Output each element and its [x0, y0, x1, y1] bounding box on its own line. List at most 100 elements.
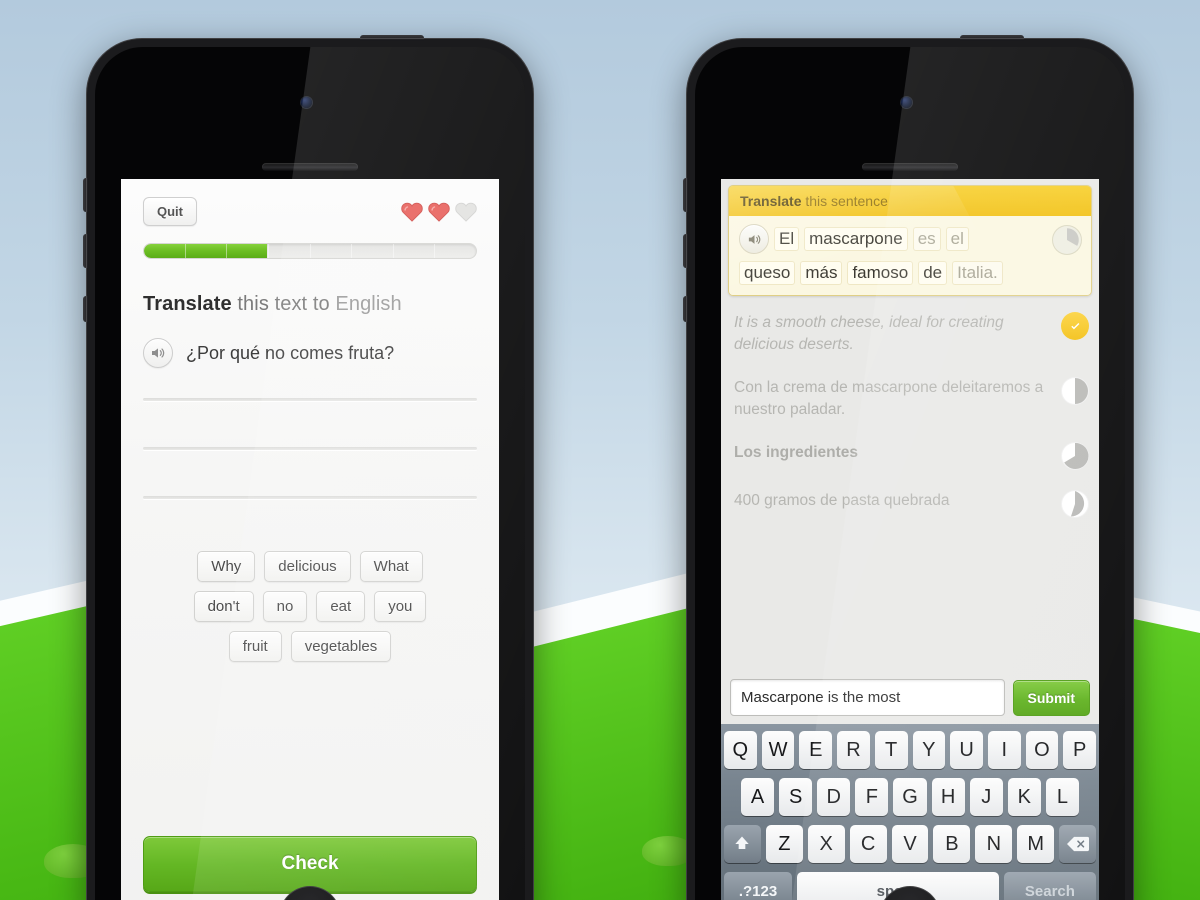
submit-button[interactable]: Submit: [1012, 679, 1090, 716]
sentence-token[interactable]: queso: [739, 261, 796, 285]
key-n[interactable]: N: [975, 825, 1013, 863]
list-item-text: It is a smooth cheese, ideal for creatin…: [734, 314, 1004, 354]
instruction-bold-word: Translate: [143, 293, 232, 315]
word-chip[interactable]: you: [374, 591, 427, 622]
list-item[interactable]: Los ingredientes: [721, 432, 1099, 480]
volume-down-button[interactable]: [83, 234, 89, 268]
answer-line[interactable]: [143, 496, 477, 499]
shift-up-arrow-icon[interactable]: [724, 825, 761, 863]
word-bank: Why delicious What don't no eat you frui…: [143, 551, 477, 662]
keyboard-row-3: Z X C V B N M: [724, 825, 1097, 863]
left-phone-screen: Quit Translate this text to English ¿Por…: [121, 179, 499, 900]
earpiece-speaker: [862, 163, 958, 171]
answer-line[interactable]: [143, 398, 477, 401]
key-r[interactable]: R: [837, 731, 870, 769]
sentence-line-1: El mascarpone es el: [739, 224, 1081, 254]
exercise-top-bar: Quit: [143, 197, 477, 226]
numeric-switch-key[interactable]: .?123: [724, 872, 793, 900]
key-m[interactable]: M: [1017, 825, 1055, 863]
sentence-token[interactable]: el: [945, 227, 969, 251]
sentence-token[interactable]: más: [800, 261, 843, 285]
front-camera-icon: [901, 97, 912, 108]
key-z[interactable]: Z: [765, 825, 803, 863]
speaker-icon[interactable]: [143, 338, 173, 368]
pie-progress-icon: [1052, 225, 1082, 255]
key-f[interactable]: F: [855, 778, 889, 816]
mute-switch[interactable]: [683, 296, 689, 322]
volume-up-button[interactable]: [683, 178, 689, 212]
sentence-token[interactable]: Italia.: [952, 261, 1003, 285]
sentence-token[interactable]: mascarpone: [804, 227, 908, 251]
key-h[interactable]: H: [931, 778, 965, 816]
right-phone-device: Translate this sentence El mascarpone es…: [683, 35, 1134, 900]
word-chip[interactable]: fruit: [228, 631, 282, 662]
lesson-progress-bar: [143, 243, 477, 259]
key-d[interactable]: D: [817, 778, 851, 816]
sentence-token[interactable]: El: [774, 227, 800, 251]
front-camera-icon: [301, 97, 312, 108]
key-b[interactable]: B: [933, 825, 971, 863]
word-chip[interactable]: What: [359, 551, 423, 582]
word-chip[interactable]: Why: [197, 551, 256, 582]
key-u[interactable]: U: [950, 731, 983, 769]
key-g[interactable]: G: [893, 778, 927, 816]
key-x[interactable]: X: [807, 825, 845, 863]
key-i[interactable]: I: [987, 731, 1021, 769]
keyboard-row-2: A S D F G H J K L: [724, 778, 1096, 816]
word-chip[interactable]: no: [262, 591, 308, 622]
key-p[interactable]: P: [1063, 731, 1097, 769]
key-t[interactable]: T: [874, 731, 908, 769]
answer-line[interactable]: [143, 447, 477, 450]
sentence-token[interactable]: es: [912, 227, 941, 251]
translation-input[interactable]: [730, 679, 1005, 716]
backspace-delete-icon[interactable]: [1059, 825, 1097, 863]
power-button[interactable]: [360, 35, 424, 41]
duolingo-translate-exercise-screen: Quit Translate this text to English ¿Por…: [121, 179, 499, 900]
key-s[interactable]: S: [779, 778, 813, 816]
progress-bar-segments: [144, 244, 476, 258]
key-k[interactable]: K: [1007, 778, 1041, 816]
word-bank-row: Why delicious What: [197, 551, 423, 582]
power-button[interactable]: [960, 35, 1024, 41]
pie-progress-icon: [1061, 489, 1089, 518]
key-w[interactable]: W: [761, 731, 795, 769]
sentence-token[interactable]: famoso: [847, 261, 914, 285]
word-chip[interactable]: eat: [316, 591, 366, 622]
list-item-text: 400 gramos de pasta quebrada: [734, 491, 950, 509]
header-bold-word: Translate: [740, 193, 802, 209]
word-chip[interactable]: delicious: [264, 551, 351, 582]
pie-progress-icon: [1061, 376, 1089, 405]
key-o[interactable]: O: [1025, 731, 1059, 769]
list-item[interactable]: 400 gramos de pasta quebrada: [721, 480, 1099, 528]
speaker-icon[interactable]: [739, 224, 769, 254]
answer-input-lines[interactable]: [143, 398, 477, 545]
completed-check-icon: [1061, 312, 1089, 340]
sentence-token[interactable]: de: [918, 261, 948, 285]
translation-list[interactable]: It is a smooth cheese, ideal for creatin…: [721, 296, 1099, 671]
ios-keyboard: Q W E R T Y U I O P A S D F G H J K L Z …: [721, 724, 1099, 900]
check-button[interactable]: Check: [143, 836, 477, 892]
mute-switch[interactable]: [83, 296, 89, 322]
key-j[interactable]: J: [969, 778, 1003, 816]
key-q[interactable]: Q: [723, 731, 757, 769]
key-e[interactable]: E: [799, 731, 833, 769]
word-bank-row: don't no eat you: [193, 591, 427, 622]
word-chip[interactable]: vegetables: [290, 631, 392, 662]
left-phone-glass: Quit Translate this text to English ¿Por…: [95, 47, 525, 900]
translate-card-header: Translate this sentence: [729, 186, 1091, 216]
key-y[interactable]: Y: [912, 731, 946, 769]
search-return-key[interactable]: Search: [1003, 872, 1096, 900]
volume-up-button[interactable]: [83, 178, 89, 212]
key-a[interactable]: A: [741, 778, 775, 816]
key-l[interactable]: L: [1045, 778, 1079, 816]
keyboard-row-1: Q W E R T Y U I O P: [723, 731, 1097, 769]
word-chip[interactable]: don't: [193, 591, 254, 622]
heart-empty-icon: [455, 202, 477, 222]
key-c[interactable]: C: [849, 825, 887, 863]
key-v[interactable]: V: [891, 825, 929, 863]
volume-down-button[interactable]: [683, 234, 689, 268]
list-item[interactable]: It is a smooth cheese, ideal for creatin…: [721, 302, 1099, 367]
quit-button[interactable]: Quit: [143, 197, 197, 226]
source-sentence-text: ¿Por qué no comes fruta?: [186, 342, 395, 363]
list-item[interactable]: Con la crema de mascarpone deleitaremos …: [721, 367, 1099, 432]
